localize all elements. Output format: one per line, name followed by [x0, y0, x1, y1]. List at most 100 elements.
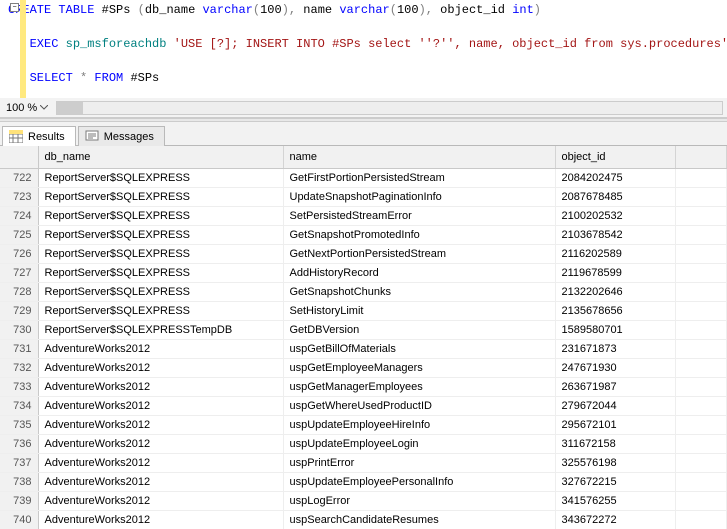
cell-name[interactable]: SetHistoryLimit [283, 301, 555, 320]
table-row[interactable]: 732AdventureWorks2012uspGetEmployeeManag… [0, 358, 727, 377]
table-row[interactable]: 736AdventureWorks2012uspUpdateEmployeeLo… [0, 434, 727, 453]
cell-name[interactable]: GetSnapshotChunks [283, 282, 555, 301]
horizontal-scrollbar[interactable] [56, 101, 723, 115]
table-row[interactable]: 737AdventureWorks2012uspPrintError325576… [0, 453, 727, 472]
table-row[interactable]: 730ReportServer$SQLEXPRESSTempDBGetDBVer… [0, 320, 727, 339]
table-row[interactable]: 724ReportServer$SQLEXPRESSSetPersistedSt… [0, 206, 727, 225]
cell-name[interactable]: uspGetWhereUsedProductID [283, 396, 555, 415]
cell-object_id[interactable]: 279672044 [555, 396, 675, 415]
row-number[interactable]: 729 [0, 301, 38, 320]
table-row[interactable]: 726ReportServer$SQLEXPRESSGetNextPortion… [0, 244, 727, 263]
cell-object_id[interactable]: 311672158 [555, 434, 675, 453]
cell-name[interactable]: GetNextPortionPersistedStream [283, 244, 555, 263]
table-row[interactable]: 733AdventureWorks2012uspGetManagerEmploy… [0, 377, 727, 396]
cell-name[interactable]: uspUpdateEmployeeLogin [283, 434, 555, 453]
row-number[interactable]: 732 [0, 358, 38, 377]
cell-db_name[interactable]: ReportServer$SQLEXPRESSTempDB [38, 320, 283, 339]
cell-db_name[interactable]: AdventureWorks2012 [38, 358, 283, 377]
cell-object_id[interactable]: 2084202475 [555, 168, 675, 187]
col-object_id[interactable]: object_id [555, 146, 675, 168]
row-number[interactable]: 739 [0, 491, 38, 510]
row-number[interactable]: 731 [0, 339, 38, 358]
cell-db_name[interactable]: ReportServer$SQLEXPRESS [38, 282, 283, 301]
cell-db_name[interactable]: AdventureWorks2012 [38, 377, 283, 396]
table-row[interactable]: 734AdventureWorks2012uspGetWhereUsedProd… [0, 396, 727, 415]
row-number[interactable]: 738 [0, 472, 38, 491]
cell-object_id[interactable]: 2116202589 [555, 244, 675, 263]
cell-db_name[interactable]: AdventureWorks2012 [38, 434, 283, 453]
col-db_name[interactable]: db_name [38, 146, 283, 168]
cell-db_name[interactable]: ReportServer$SQLEXPRESS [38, 244, 283, 263]
cell-name[interactable]: AddHistoryRecord [283, 263, 555, 282]
cell-name[interactable]: uspGetManagerEmployees [283, 377, 555, 396]
table-row[interactable]: 723ReportServer$SQLEXPRESSUpdateSnapshot… [0, 187, 727, 206]
sql-editor[interactable]: − CREATE TABLE #SPs (db_name varchar(100… [0, 0, 727, 98]
cell-object_id[interactable]: 247671930 [555, 358, 675, 377]
cell-name[interactable]: uspPrintError [283, 453, 555, 472]
row-number[interactable]: 740 [0, 510, 38, 529]
table-row[interactable]: 739AdventureWorks2012uspLogError34157625… [0, 491, 727, 510]
cell-db_name[interactable]: ReportServer$SQLEXPRESS [38, 301, 283, 320]
table-row[interactable]: 722ReportServer$SQLEXPRESSGetFirstPortio… [0, 168, 727, 187]
cell-object_id[interactable]: 2135678656 [555, 301, 675, 320]
tab-results[interactable]: Results [2, 126, 76, 146]
cell-name[interactable]: GetDBVersion [283, 320, 555, 339]
row-number[interactable]: 730 [0, 320, 38, 339]
row-number[interactable]: 737 [0, 453, 38, 472]
row-number[interactable]: 736 [0, 434, 38, 453]
cell-db_name[interactable]: AdventureWorks2012 [38, 453, 283, 472]
table-row[interactable]: 740AdventureWorks2012uspSearchCandidateR… [0, 510, 727, 529]
row-number[interactable]: 728 [0, 282, 38, 301]
cell-name[interactable]: SetPersistedStreamError [283, 206, 555, 225]
cell-name[interactable]: uspUpdateEmployeePersonalInfo [283, 472, 555, 491]
cell-name[interactable]: UpdateSnapshotPaginationInfo [283, 187, 555, 206]
cell-db_name[interactable]: AdventureWorks2012 [38, 472, 283, 491]
cell-object_id[interactable]: 343672272 [555, 510, 675, 529]
cell-object_id[interactable]: 341576255 [555, 491, 675, 510]
cell-db_name[interactable]: AdventureWorks2012 [38, 491, 283, 510]
cell-name[interactable]: GetSnapshotPromotedInfo [283, 225, 555, 244]
outline-collapse-toggle[interactable]: − [10, 3, 19, 12]
cell-object_id[interactable]: 2087678485 [555, 187, 675, 206]
cell-object_id[interactable]: 263671987 [555, 377, 675, 396]
cell-db_name[interactable]: ReportServer$SQLEXPRESS [38, 206, 283, 225]
cell-name[interactable]: GetFirstPortionPersistedStream [283, 168, 555, 187]
cell-name[interactable]: uspLogError [283, 491, 555, 510]
code-content[interactable]: CREATE TABLE #SPs (db_name varchar(100),… [0, 0, 727, 98]
row-header-corner[interactable] [0, 146, 38, 168]
cell-object_id[interactable]: 2132202646 [555, 282, 675, 301]
table-row[interactable]: 729ReportServer$SQLEXPRESSSetHistoryLimi… [0, 301, 727, 320]
table-row[interactable]: 738AdventureWorks2012uspUpdateEmployeePe… [0, 472, 727, 491]
cell-db_name[interactable]: AdventureWorks2012 [38, 339, 283, 358]
table-row[interactable]: 731AdventureWorks2012uspGetBillOfMateria… [0, 339, 727, 358]
cell-db_name[interactable]: ReportServer$SQLEXPRESS [38, 187, 283, 206]
cell-db_name[interactable]: AdventureWorks2012 [38, 510, 283, 529]
row-number[interactable]: 725 [0, 225, 38, 244]
table-row[interactable]: 725ReportServer$SQLEXPRESSGetSnapshotPro… [0, 225, 727, 244]
cell-db_name[interactable]: ReportServer$SQLEXPRESS [38, 168, 283, 187]
cell-object_id[interactable]: 2100202532 [555, 206, 675, 225]
row-number[interactable]: 735 [0, 415, 38, 434]
tab-messages[interactable]: Messages [78, 126, 165, 146]
cell-db_name[interactable]: ReportServer$SQLEXPRESS [38, 225, 283, 244]
table-row[interactable]: 728ReportServer$SQLEXPRESSGetSnapshotChu… [0, 282, 727, 301]
table-row[interactable]: 727ReportServer$SQLEXPRESSAddHistoryReco… [0, 263, 727, 282]
cell-db_name[interactable]: AdventureWorks2012 [38, 415, 283, 434]
cell-name[interactable]: uspUpdateEmployeeHireInfo [283, 415, 555, 434]
cell-object_id[interactable]: 325576198 [555, 453, 675, 472]
row-number[interactable]: 722 [0, 168, 38, 187]
cell-db_name[interactable]: AdventureWorks2012 [38, 396, 283, 415]
results-grid-wrap[interactable]: db_name name object_id 722ReportServer$S… [0, 146, 727, 529]
cell-name[interactable]: uspGetBillOfMaterials [283, 339, 555, 358]
cell-name[interactable]: uspSearchCandidateResumes [283, 510, 555, 529]
cell-object_id[interactable]: 1589580701 [555, 320, 675, 339]
row-number[interactable]: 726 [0, 244, 38, 263]
cell-db_name[interactable]: ReportServer$SQLEXPRESS [38, 263, 283, 282]
cell-object_id[interactable]: 2103678542 [555, 225, 675, 244]
cell-object_id[interactable]: 231671873 [555, 339, 675, 358]
cell-object_id[interactable]: 2119678599 [555, 263, 675, 282]
cell-object_id[interactable]: 295672101 [555, 415, 675, 434]
row-number[interactable]: 733 [0, 377, 38, 396]
col-name[interactable]: name [283, 146, 555, 168]
table-row[interactable]: 735AdventureWorks2012uspUpdateEmployeeHi… [0, 415, 727, 434]
